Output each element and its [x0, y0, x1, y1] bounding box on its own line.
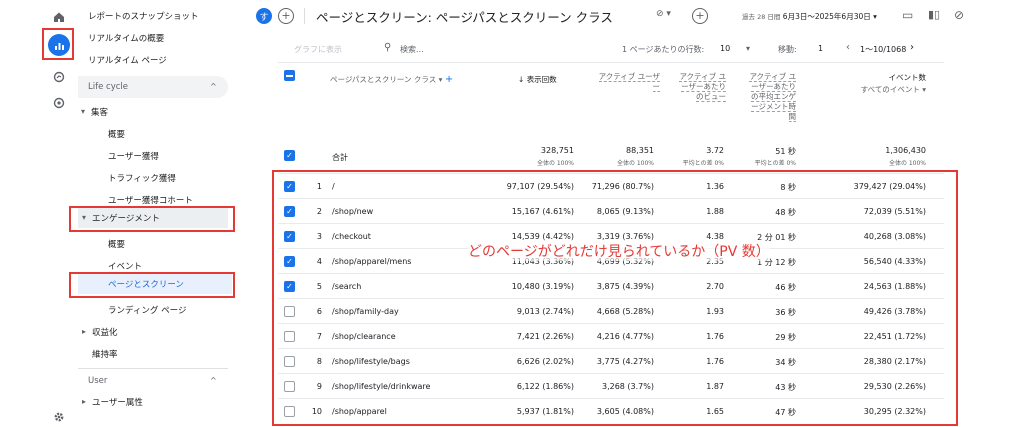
search-icon: ⚲	[384, 42, 392, 53]
add-dimension-icon[interactable]: +	[445, 74, 453, 85]
pages-screens-highlight-box	[69, 272, 235, 298]
total-time-sub: 平均との差 0%	[754, 160, 796, 167]
sidebar-retention[interactable]: 維持率	[92, 348, 118, 360]
total-users-sub: 全体の 100%	[616, 160, 654, 167]
explore-icon[interactable]	[48, 66, 70, 88]
add-comparison-button[interactable]: +	[278, 8, 294, 24]
col-views-per-user-header[interactable]: アクティブ ユーザーあたりのビュー	[678, 72, 726, 102]
sidebar-item-acquisition-cohort[interactable]: ユーザー獲得コホート	[108, 194, 193, 206]
header-divider	[304, 8, 305, 24]
chevron-up-icon: ^	[210, 82, 217, 91]
col-views-label: 表示回数	[526, 75, 557, 84]
col-active-users-header[interactable]: アクティブ ユーザー	[596, 72, 660, 92]
sidebar-item-realtime-overview[interactable]: リアルタイムの概要	[88, 32, 164, 44]
dimension-header-label: ページパスとスクリーン クラス	[330, 75, 437, 84]
comparison-badge[interactable]: す	[256, 8, 272, 24]
total-label: 合計	[332, 153, 348, 162]
home-icon[interactable]	[48, 6, 70, 28]
caret-right-icon: ▸	[82, 327, 87, 336]
lifecycle-section-header[interactable]: Life cycle ^	[78, 76, 228, 98]
prev-page-icon[interactable]: ‹	[846, 42, 850, 53]
share-icon[interactable]: ▭	[902, 8, 913, 22]
reports-icon[interactable]	[48, 34, 70, 56]
sidebar-item-traffic-acquisition[interactable]: トラフィック獲得	[108, 172, 176, 184]
total-views: 328,751	[540, 146, 574, 155]
col-avg-engagement-label: アクティブ ユーザーあたりの平均エンゲージメント時間	[749, 72, 796, 122]
total-events: 1,306,430	[885, 146, 926, 155]
total-events-sub: 全体の 100%	[888, 160, 926, 167]
ga-report-screen: レポートのスナップショット リアルタイムの概要 リアルタイム ページ Life …	[0, 0, 1024, 427]
caret-right-icon: ▸	[82, 397, 87, 406]
dimension-header[interactable]: ページパスとスクリーン クラス ▾ +	[330, 74, 453, 85]
select-all-checkbox[interactable]	[284, 70, 295, 81]
search-input[interactable]: 検索...	[400, 44, 424, 55]
total-views-sub: 全体の 100%	[536, 160, 574, 167]
col-avg-engagement-header[interactable]: アクティブ ユーザーあたりの平均エンゲージメント時間	[744, 72, 796, 122]
check-circle-icon[interactable]: ⊘ ▾	[656, 9, 671, 19]
col-events-header[interactable]: イベント数	[856, 72, 927, 83]
chevron-down-icon: ▾	[873, 12, 877, 21]
events-filter-label: すべてのイベント	[860, 85, 920, 94]
lifecycle-label: Life cycle	[88, 82, 128, 92]
user-section-label[interactable]: User	[88, 376, 107, 386]
pv-annotation: どのページがどれだけ見られているか（PV 数）	[468, 241, 770, 261]
rows-per-page-select[interactable]: 10	[720, 44, 730, 53]
sidebar-item-landing-page[interactable]: ランディング ページ	[108, 304, 186, 316]
totals-checkbox[interactable]: ✓	[284, 150, 295, 161]
page-title: ページとスクリーン: ページパスとスクリーン クラス	[316, 10, 613, 25]
sidebar-item-acq-overview[interactable]: 概要	[108, 128, 125, 140]
compare-icon[interactable]: ▮▯	[928, 8, 940, 21]
pagination-range: 1～10/1068	[860, 45, 907, 54]
sidebar-item-events[interactable]: イベント	[108, 260, 142, 272]
customize-add-button[interactable]: +	[692, 8, 708, 24]
advertising-icon[interactable]	[48, 92, 70, 114]
goto-input[interactable]: 1	[818, 44, 823, 53]
sidebar-item-eng-overview[interactable]: 概要	[108, 238, 125, 250]
report-header: す + ページとスクリーン: ページパスとスクリーン クラス ⊘ ▾ + 過去 …	[256, 6, 1024, 30]
total-vpu-sub: 平均との差 0%	[682, 160, 724, 167]
chevron-up-icon[interactable]: ^	[210, 376, 217, 385]
engagement-highlight-box	[69, 206, 235, 232]
toolbar-divider	[278, 62, 944, 63]
report-sidebar: レポートのスナップショット リアルタイムの概要 リアルタイム ページ Life …	[69, 0, 238, 427]
plot-rows-button[interactable]: グラフに表示	[294, 44, 342, 55]
chevron-down-icon[interactable]: ▾	[746, 44, 750, 53]
sidebar-user-attributes[interactable]: ユーザー属性	[92, 396, 143, 408]
col-events-label: イベント数	[888, 73, 927, 82]
goto-label: 移動:	[778, 45, 797, 54]
sidebar-item-snapshot[interactable]: レポートのスナップショット	[88, 10, 199, 22]
total-vpu: 3.72	[706, 146, 724, 155]
caret-down-icon: ▾	[81, 107, 86, 116]
sidebar-acquisition[interactable]: 集客	[91, 106, 108, 118]
rows-per-page-label: 1 ページあたりの行数:	[622, 45, 705, 54]
sidebar-divider	[78, 368, 228, 369]
sidebar-monetization[interactable]: 収益化	[92, 326, 118, 338]
col-active-users-label: アクティブ ユーザー	[598, 72, 660, 92]
table-highlight-box	[272, 170, 958, 426]
events-filter-select[interactable]: すべてのイベント ▾	[806, 84, 926, 95]
sidebar-item-realtime-pages[interactable]: リアルタイム ページ	[88, 54, 167, 66]
sort-arrow-icon: ↓	[518, 75, 525, 84]
insights-icon[interactable]: ⊘	[954, 8, 964, 22]
settings-icon[interactable]	[48, 406, 70, 427]
total-time: 51 秒	[775, 147, 796, 156]
next-page-icon[interactable]: ›	[910, 42, 914, 53]
date-value: 6月3日～2025年6月30日	[782, 12, 871, 21]
date-range[interactable]: 過去 28 日間 6月3日～2025年6月30日 ▾	[742, 11, 877, 22]
table-toolbar: グラフに表示 ⚲ 検索... 1 ページあたりの行数: 10 ▾ 移動: 1 ‹…	[280, 40, 940, 60]
total-users: 88,351	[626, 146, 654, 155]
col-views-per-user-label: アクティブ ユーザーあたりのビュー	[679, 72, 726, 102]
sidebar-item-user-acquisition[interactable]: ユーザー獲得	[108, 150, 159, 162]
col-views-header[interactable]: ↓ 表示回数	[518, 74, 557, 85]
date-prefix: 過去 28 日間	[742, 13, 781, 21]
